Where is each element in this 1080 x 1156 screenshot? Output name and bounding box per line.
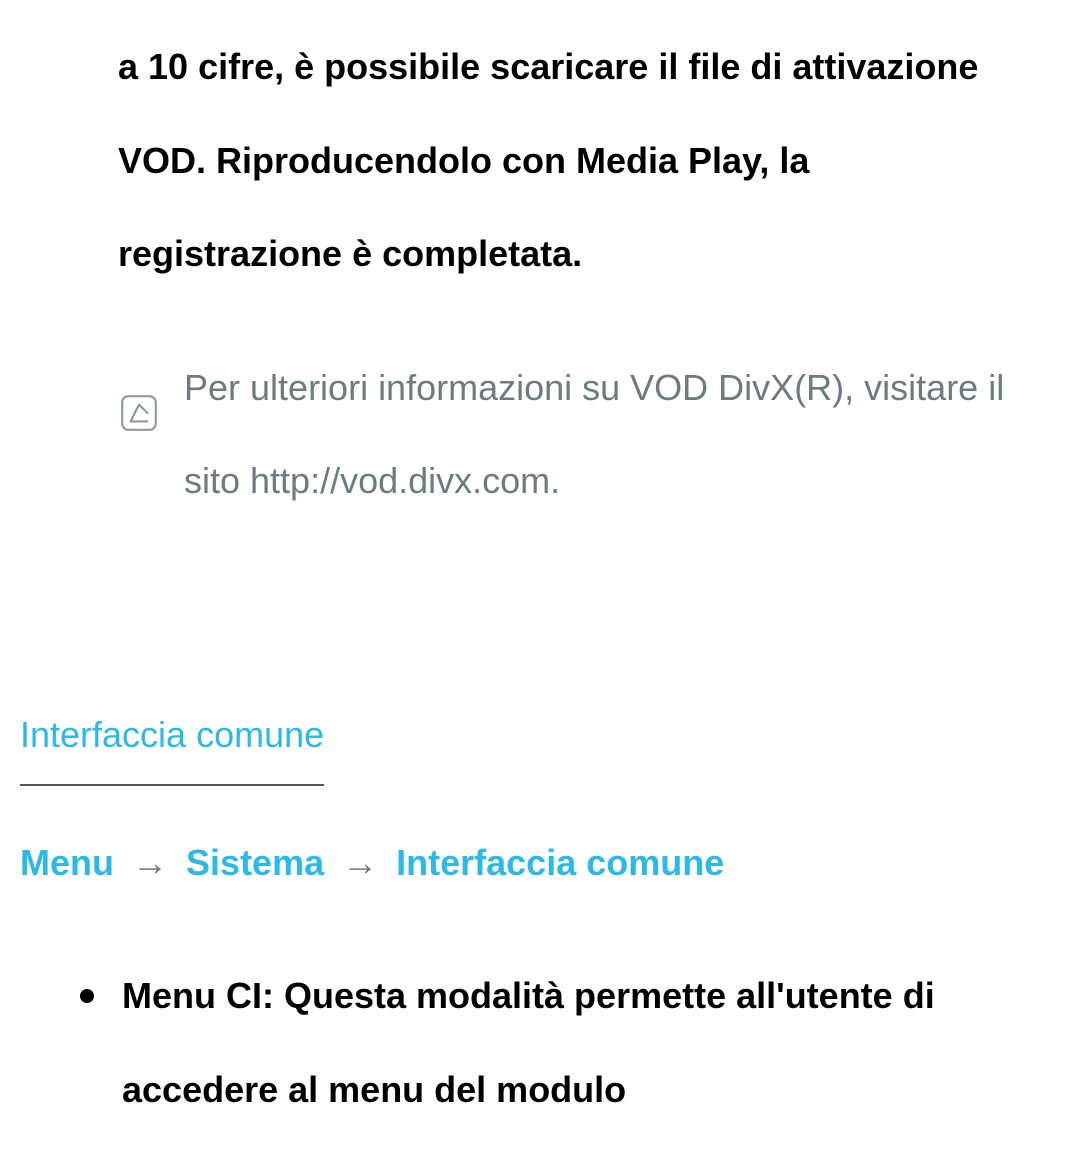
arrow-icon: → [342, 842, 378, 883]
note-block: Per ulteriori informazioni su VOD DivX(R… [118, 341, 1020, 528]
paragraph-vod: a 10 cifre, è possibile scaricare il fil… [118, 20, 1040, 301]
section-title-wrapper: Interfaccia comune [20, 528, 1060, 816]
bullet-text: Menu CI: Questa modalità permette all'ut… [122, 949, 1040, 1136]
breadcrumb: Menu → Sistema → Interfaccia comune [20, 816, 1060, 910]
bullet-dot-icon [80, 989, 94, 1003]
breadcrumb-menu: Menu [20, 842, 114, 883]
note-text: Per ulteriori informazioni su VOD DivX(R… [184, 341, 1020, 528]
breadcrumb-sistema: Sistema [186, 842, 324, 883]
section-title: Interfaccia comune [20, 688, 324, 786]
note-icon [118, 375, 160, 469]
bullet-item: Menu CI: Questa modalità permette all'ut… [80, 949, 1040, 1136]
paragraph-text: a 10 cifre, è possibile scaricare il fil… [118, 46, 978, 274]
arrow-icon: → [132, 842, 168, 883]
breadcrumb-interfaccia: Interfaccia comune [396, 842, 724, 883]
